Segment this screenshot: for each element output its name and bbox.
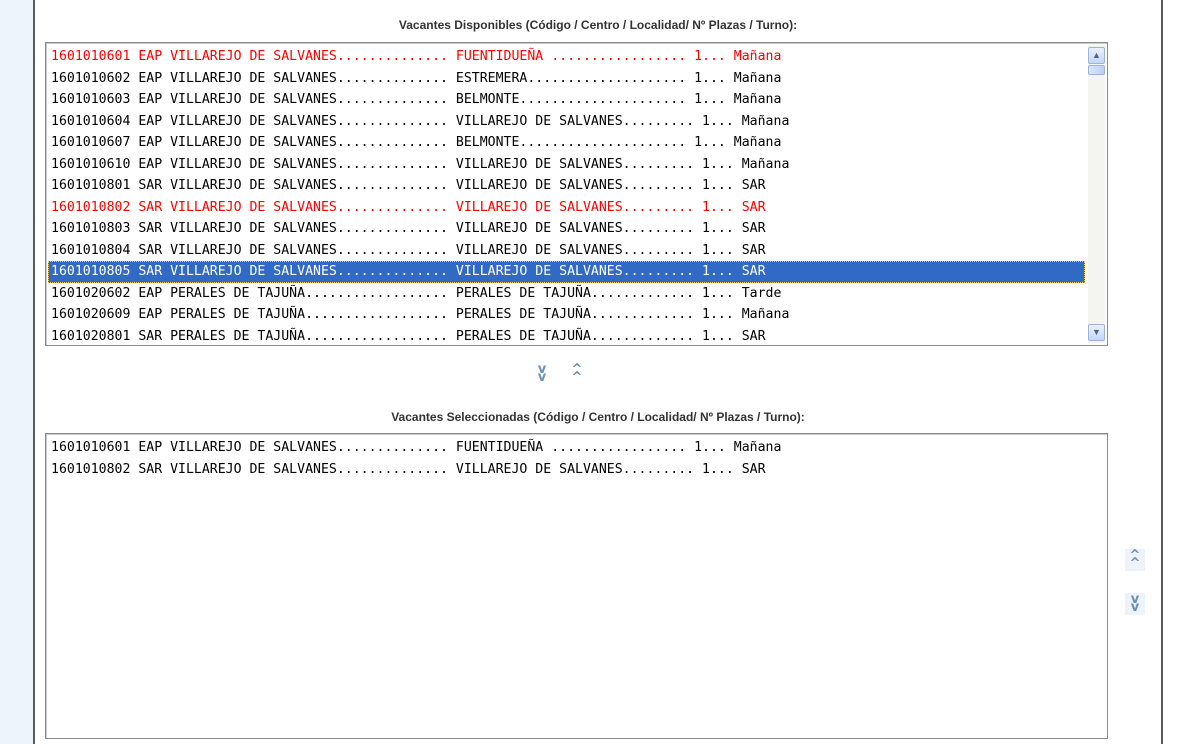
list-item[interactable]: 1601020801 SAR PERALES DE TAJUÑA........… <box>48 326 1085 346</box>
selected-vacancies-rows: 1601010601 EAP VILLAREJO DE SALVANES....… <box>48 437 1105 480</box>
list-item[interactable]: 1601010607 EAP VILLAREJO DE SALVANES....… <box>48 132 1085 154</box>
list-item[interactable]: 1601010802 SAR VILLAREJO DE SALVANES....… <box>48 197 1085 219</box>
list-item[interactable]: 1601010610 EAP VILLAREJO DE SALVANES....… <box>48 154 1085 176</box>
list-item[interactable]: 1601010601 EAP VILLAREJO DE SALVANES....… <box>48 437 1105 459</box>
add-selected-button[interactable]: vv <box>532 363 552 385</box>
double-chevron-down-icon: vv <box>537 362 547 385</box>
list-item[interactable]: 1601020609 EAP PERALES DE TAJUÑA........… <box>48 304 1085 326</box>
list-item[interactable]: 1601010804 SAR VILLAREJO DE SALVANES....… <box>48 240 1085 262</box>
move-down-button[interactable]: vv <box>1125 593 1145 615</box>
list-item[interactable]: 1601010602 EAP VILLAREJO DE SALVANES....… <box>48 68 1085 90</box>
list-item[interactable]: 1601010604 EAP VILLAREJO DE SALVANES....… <box>48 111 1085 133</box>
panel-right-border <box>1161 0 1163 744</box>
double-chevron-down-icon: vv <box>1130 592 1140 615</box>
list-item[interactable]: 1601010803 SAR VILLAREJO DE SALVANES....… <box>48 218 1085 240</box>
list-item[interactable]: 1601010805 SAR VILLAREJO DE SALVANES....… <box>48 261 1085 283</box>
selected-vacancies-listbox[interactable]: 1601010601 EAP VILLAREJO DE SALVANES....… <box>45 433 1108 739</box>
list-item[interactable]: 1601020602 EAP PERALES DE TAJUÑA........… <box>48 283 1085 305</box>
double-chevron-up-icon: ^ ^ <box>571 362 583 385</box>
available-vacancies-heading: Vacantes Disponibles (Código / Centro / … <box>398 18 798 32</box>
double-chevron-up-icon: ^ ^ <box>1129 548 1141 571</box>
list-item[interactable]: 1601010801 SAR VILLAREJO DE SALVANES....… <box>48 175 1085 197</box>
list-item[interactable]: 1601010802 SAR VILLAREJO DE SALVANES....… <box>48 459 1105 481</box>
scroll-up-button[interactable]: ▲ <box>1088 47 1105 64</box>
move-up-button[interactable]: ^ ^ <box>1125 549 1145 571</box>
scroll-up-icon: ▲ <box>1092 50 1101 60</box>
list-item[interactable]: 1601010601 EAP VILLAREJO DE SALVANES....… <box>48 46 1085 68</box>
side-strip <box>0 0 33 744</box>
scroll-down-icon: ▼ <box>1092 327 1101 337</box>
scroll-down-button[interactable]: ▼ <box>1088 324 1105 341</box>
available-vacancies-rows: 1601010601 EAP VILLAREJO DE SALVANES....… <box>48 46 1085 346</box>
remove-selected-button[interactable]: ^ ^ <box>567 363 587 385</box>
list-item[interactable]: 1601010603 EAP VILLAREJO DE SALVANES....… <box>48 89 1085 111</box>
scroll-thumb[interactable] <box>1088 65 1105 75</box>
available-vacancies-listbox[interactable]: 1601010601 EAP VILLAREJO DE SALVANES....… <box>45 42 1108 346</box>
panel-left-border <box>33 0 35 744</box>
available-vacancies-scrollbar[interactable]: ▲ ▼ <box>1088 45 1105 343</box>
selected-vacancies-heading: Vacantes Seleccionadas (Código / Centro … <box>391 410 805 424</box>
